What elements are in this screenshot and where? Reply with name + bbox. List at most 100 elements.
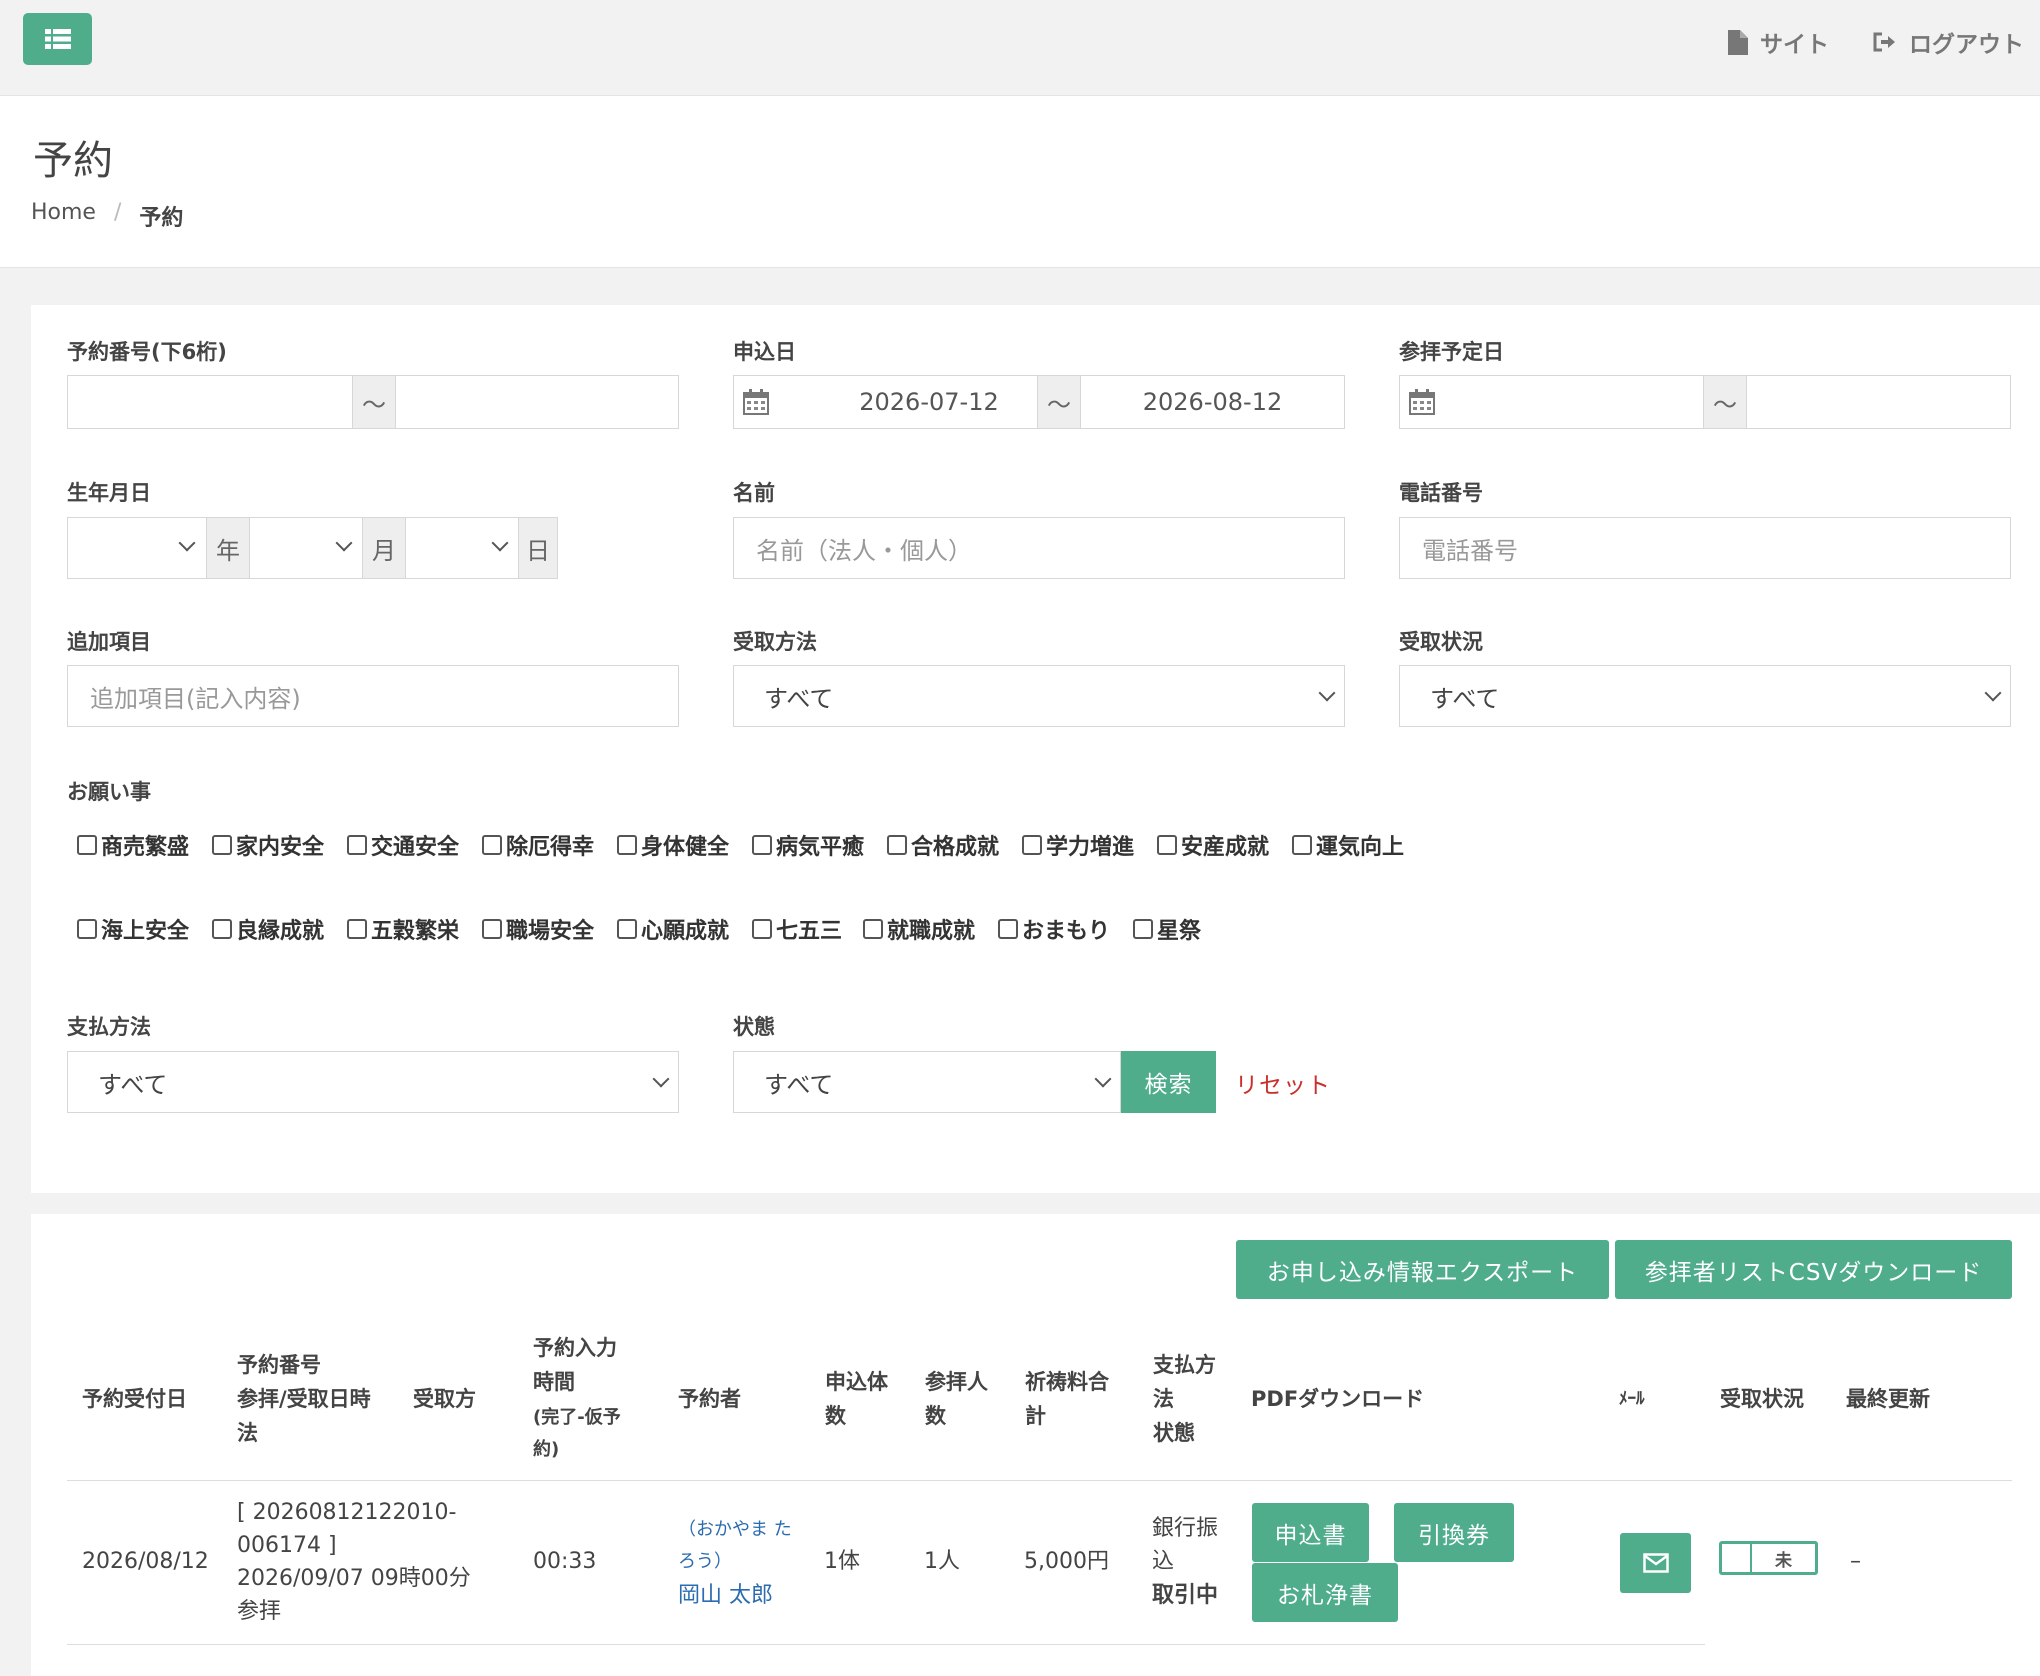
wish-checkbox[interactable]: 就職成就 [863, 913, 975, 945]
payment-method-value: すべて [98, 1070, 168, 1099]
cell-visit-datetime: 2026/09/07 09時00分 [237, 1566, 471, 1591]
receive-method-select[interactable]: すべて [733, 665, 1345, 727]
col-fee-l2: 計 [1025, 1404, 1046, 1428]
checkbox-icon [752, 919, 772, 939]
top-bar: サイト ログアウト [0, 0, 2040, 96]
payment-method-select[interactable]: すべて [67, 1051, 679, 1113]
send-mail-button[interactable] [1620, 1533, 1691, 1593]
birth-day-select[interactable] [406, 518, 518, 578]
reservation-number-to-input[interactable] [396, 376, 678, 428]
application-date-from-input[interactable]: 2026-07-12 [778, 376, 1080, 428]
visit-date-range-sep: 〜 [1703, 376, 1747, 428]
application-date-label: 申込日 [733, 340, 796, 364]
cell-reserver-kana-l1[interactable]: （おかやま た [678, 1513, 792, 1546]
col-pay-l1: 支払方 [1153, 1353, 1216, 1377]
wish-checkbox[interactable]: 交通安全 [347, 829, 459, 861]
reset-link[interactable]: リセット [1235, 1066, 1331, 1100]
checkbox-icon [752, 835, 772, 855]
receive-method-label: 受取方法 [733, 630, 817, 654]
wish-checkbox[interactable]: 運気向上 [1292, 829, 1404, 861]
col-input-l4: 約) [533, 1439, 560, 1460]
phone-input[interactable]: 電話番号 [1399, 517, 2011, 579]
col-received-date: 予約受付日 [82, 1387, 187, 1411]
col-units-l2: 数 [825, 1404, 846, 1428]
export-button[interactable]: お申し込み情報エクスポート [1236, 1240, 1609, 1299]
csv-download-button[interactable]: 参拝者リストCSVダウンロード [1615, 1240, 2012, 1299]
wish-checkbox[interactable]: 安産成就 [1157, 829, 1269, 861]
application-date-to-input[interactable]: 2026-08-12 [1081, 376, 1344, 428]
col-receive-method: 受取方 [413, 1387, 476, 1411]
cell-reserver-kana-l2[interactable]: ろう） [678, 1545, 732, 1578]
birth-month-select[interactable] [250, 518, 362, 578]
breadcrumb: Home / 予約 [31, 200, 183, 232]
breadcrumb-home[interactable]: Home [31, 200, 96, 232]
wish-checkbox[interactable]: 病気平癒 [752, 829, 864, 861]
wish-checkbox[interactable]: おまもり [998, 913, 1110, 945]
cell-pay-l1: 銀行振 [1152, 1516, 1219, 1541]
application-date-range: 2026-07-12 〜 2026-08-12 [733, 375, 1345, 429]
receive-status-select[interactable]: すべて [1399, 665, 2011, 727]
cell-received-date: 2026/08/12 [82, 1549, 209, 1574]
wish-checkbox[interactable]: 星祭 [1133, 913, 1201, 945]
wish-checkbox[interactable]: 商売繁盛 [77, 829, 189, 861]
receive-status-toggle[interactable]: 未 [1719, 1541, 1818, 1575]
checkbox-icon [347, 835, 367, 855]
cell-number-l2: 006174 ] [237, 1533, 337, 1558]
birthdate-label: 生年月日 [67, 481, 151, 505]
pdf-application-button[interactable]: 申込書 [1252, 1503, 1369, 1562]
chevron-down-icon [1094, 1070, 1112, 1088]
checkbox-icon [998, 919, 1018, 939]
checkbox-icon [212, 835, 232, 855]
receive-status-label: 受取状況 [1399, 630, 1483, 654]
col-pdf: PDFダウンロード [1251, 1387, 1425, 1411]
wish-checkbox[interactable]: 学力増進 [1022, 829, 1134, 861]
wish-checkbox[interactable]: 合格成就 [887, 829, 999, 861]
wish-checkbox[interactable]: 五穀繁栄 [347, 913, 459, 945]
wish-checkbox[interactable]: 良縁成就 [212, 913, 324, 945]
name-input[interactable]: 名前（法人・個人） [733, 517, 1345, 579]
reservation-number-from-input[interactable] [68, 376, 352, 428]
wish-checkbox[interactable]: 海上安全 [77, 913, 189, 945]
logout-link-label: ログアウト [1909, 32, 2024, 58]
cell-input-time: 00:33 [533, 1549, 597, 1574]
search-button[interactable]: 検索 [1121, 1051, 1216, 1113]
chevron-down-icon [1318, 684, 1336, 702]
col-pay-l3: 状態 [1153, 1421, 1195, 1445]
col-number-l1: 予約番号 [237, 1353, 321, 1377]
cell-reserver-name[interactable]: 岡山 太郎 [678, 1579, 773, 1612]
wish-checkbox[interactable]: 身体健全 [617, 829, 729, 861]
pdf-voucher-button[interactable]: 引換券 [1394, 1503, 1514, 1562]
birth-month-unit: 月 [362, 518, 406, 578]
cell-people: 1人 [924, 1549, 960, 1574]
receive-status-toggle-label: 未 [1775, 1550, 1792, 1571]
status-value: すべて [764, 1070, 834, 1099]
wishes-label: お願い事 [67, 780, 151, 804]
cell-fee: 5,000円 [1024, 1549, 1109, 1574]
checkbox-icon [617, 919, 637, 939]
wish-checkbox[interactable]: 心願成就 [617, 913, 729, 945]
application-date-range-sep: 〜 [1037, 376, 1081, 428]
receive-method-value: すべて [764, 684, 834, 713]
status-select[interactable]: すべて [733, 1051, 1121, 1113]
logout-link[interactable]: ログアウト [1873, 25, 2024, 59]
extra-field-input[interactable]: 追加項目(記入内容) [67, 665, 679, 727]
wish-checkbox[interactable]: 家内安全 [212, 829, 324, 861]
col-people-l1: 参拝人 [925, 1370, 988, 1394]
pdf-ofuda-button[interactable]: お札浄書 [1252, 1563, 1398, 1622]
wish-checkbox[interactable]: 除厄得幸 [482, 829, 594, 861]
extra-field-label: 追加項目 [67, 630, 151, 654]
checkbox-icon [1292, 835, 1312, 855]
visit-date-to-input[interactable] [1747, 376, 2010, 428]
reservation-number-range: 〜 [67, 375, 679, 429]
birth-year-select[interactable] [68, 518, 206, 578]
menu-toggle-button[interactable] [23, 13, 92, 65]
col-input-l2: 時間 [533, 1370, 575, 1394]
wish-checkbox[interactable]: 七五三 [752, 913, 842, 945]
visit-date-from-input[interactable] [1444, 376, 1703, 428]
list-icon [44, 29, 71, 49]
col-units-l1: 申込体 [825, 1370, 888, 1394]
checkbox-icon [347, 919, 367, 939]
wish-checkbox[interactable]: 職場安全 [482, 913, 594, 945]
site-link[interactable]: サイト [1728, 25, 1829, 59]
checkbox-icon [1133, 919, 1153, 939]
